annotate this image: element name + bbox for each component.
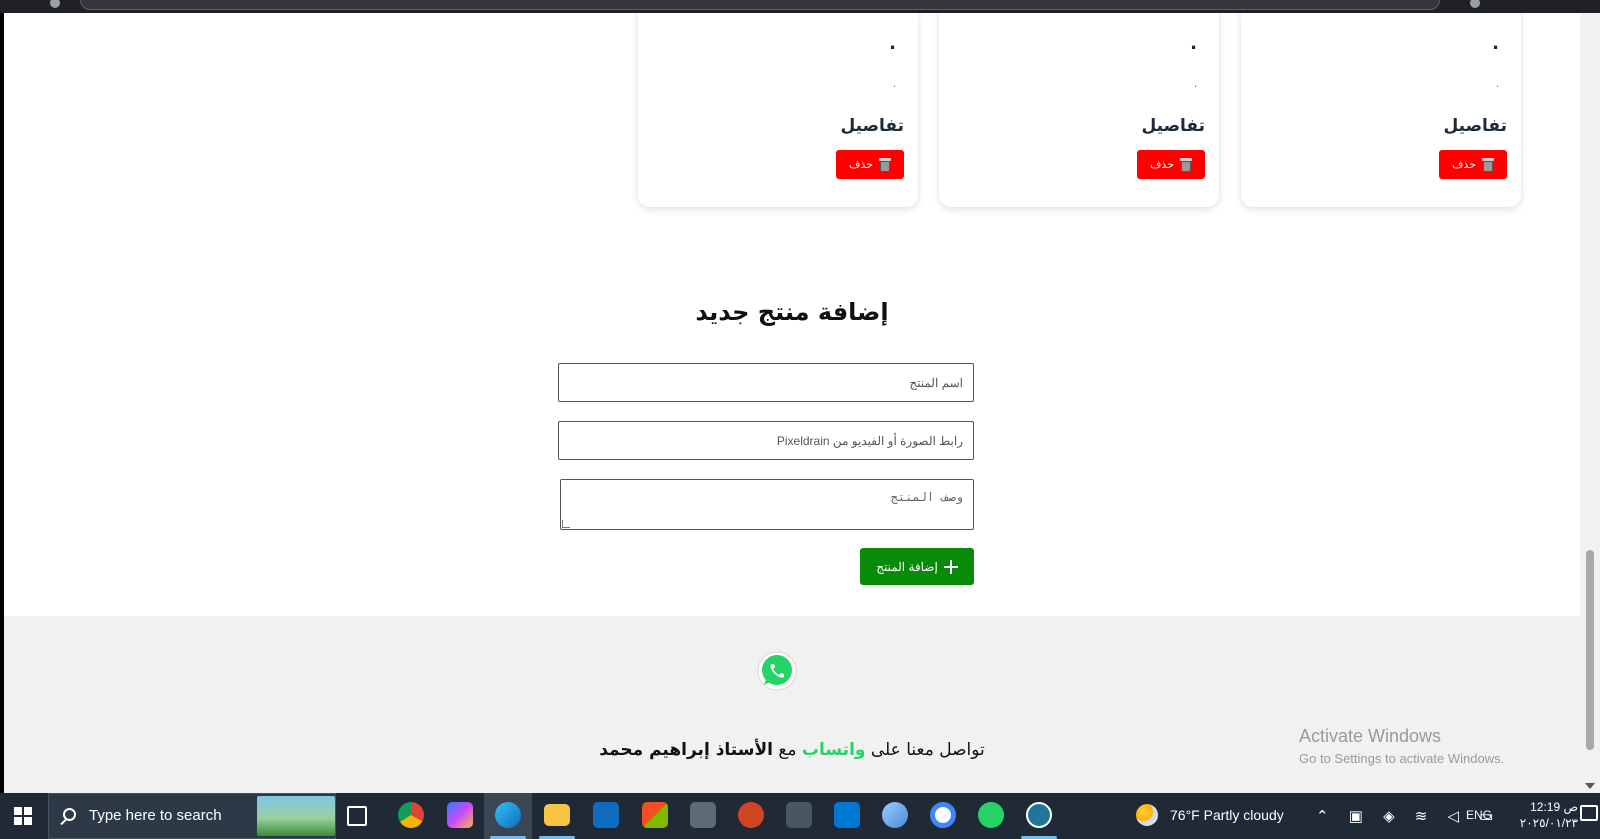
edge-icon[interactable] [495,802,521,828]
product-description: . [1193,79,1197,90]
paint-icon[interactable] [882,802,908,828]
screen: . . تفاصيل حذف . . تفاصيل حذف . . تفاصيل… [0,0,1600,839]
delete-label: حذف [1452,158,1476,171]
footer [4,616,1580,793]
search-highlight-image [257,796,335,836]
details-heading: تفاصيل [1443,116,1507,136]
clock-time: 12:19 ص [1530,800,1578,814]
activate-windows-watermark: Activate Windows Go to Settings to activ… [1299,726,1504,766]
product-title: . [889,33,896,54]
details-heading: تفاصيل [1141,116,1205,136]
trash-icon [1180,157,1192,172]
watermark-line1: Activate Windows [1299,726,1442,746]
trash-icon [1482,157,1494,172]
product-title: . [1190,33,1197,54]
notification-icon[interactable] [1580,805,1598,821]
add-product-title: إضافة منتج جديد [695,298,889,326]
watermark-line2: Go to Settings to activate Windows. [1299,751,1505,766]
delete-button[interactable]: حذف [836,150,904,179]
taskbar-search-box[interactable]: Type here to search [48,793,336,839]
chrome-icon[interactable] [398,802,424,828]
wordpress-icon[interactable] [1026,802,1052,828]
browser-toolbar [0,0,1600,13]
plus-icon [943,559,958,574]
app-icon[interactable] [786,802,812,828]
product-name-placeholder: اسم المنتج [909,375,963,390]
teacher-name: الأستاذ إبراهيم محمد [599,740,773,760]
windows-start-icon[interactable] [14,807,32,825]
whatsapp-icon[interactable] [756,650,798,692]
task-view-icon[interactable] [347,806,367,826]
product-card: . . تفاصيل حذف [939,13,1219,207]
file-explorer-icon[interactable] [544,804,570,826]
product-description: . [1495,79,1499,90]
whatsapp-taskbar-icon[interactable] [978,802,1004,828]
trash-icon [879,157,891,172]
calculator-icon[interactable] [690,802,716,828]
outlook-icon[interactable] [593,802,619,828]
details-heading: تفاصيل [840,116,904,136]
address-bar[interactable] [80,0,1440,10]
add-product-button[interactable]: إضافة المنتج [860,548,974,585]
copilot-icon[interactable] [447,802,473,828]
delete-button[interactable]: حذف [1137,150,1205,179]
delete-button[interactable]: حذف [1439,150,1507,179]
search-icon [63,808,76,821]
product-card: . . تفاصيل حذف [638,13,918,207]
search-placeholder: Type here to search [89,807,222,824]
web-page: . . تفاصيل حذف . . تفاصيل حذف . . تفاصيل… [4,13,1580,793]
add-product-label: إضافة المنتج [876,559,938,574]
scrollbar[interactable] [1580,13,1600,793]
product-title: . [1492,33,1499,54]
powerpoint-icon[interactable] [738,802,764,828]
product-description: . [892,79,896,90]
windows-taskbar: Type here to search 76°F Partly cloudy ⌃… [0,793,1600,839]
microsoft-store-icon[interactable] [642,802,668,828]
weather-text[interactable]: 76°F Partly cloudy [1170,807,1284,823]
product-description-textarea[interactable]: وصف المنتج [560,479,974,530]
delete-label: حذف [849,158,873,171]
browser-icon[interactable] [50,0,60,8]
system-tray: 76°F Partly cloudy ⌃ ▣ ◈ ≋ ◁ ▭ ENG 12:19… [1136,793,1600,839]
resize-handle-icon[interactable] [562,520,570,528]
footer-text-part2: مع [778,740,797,760]
product-name-input[interactable]: اسم المنتج [558,363,974,402]
product-card: . . تفاصيل حذف [1241,13,1521,207]
vscode-icon[interactable] [834,802,860,828]
google-icon[interactable] [930,802,956,828]
clock[interactable]: 12:19 ص ٢٠٢٥/٠١/٢٣ [1508,799,1578,831]
media-link-input[interactable]: رابط الصورة أو الفيديو من Pixeldrain [558,421,974,460]
media-link-placeholder: رابط الصورة أو الفيديو من Pixeldrain [776,433,963,448]
language-indicator[interactable]: ENG [1466,808,1492,822]
weather-icon[interactable] [1136,804,1158,826]
profile-icon[interactable] [1470,0,1480,8]
clock-date: ٢٠٢٥/٠١/٢٣ [1519,816,1578,830]
scrollbar-thumb[interactable] [1586,550,1594,750]
scroll-down-arrow-icon[interactable] [1585,783,1595,789]
footer-text-part1: تواصل معنا على [870,740,985,760]
description-placeholder: وصف المنتج [890,490,963,504]
whatsapp-link[interactable]: واتساب [802,740,866,760]
delete-label: حذف [1150,158,1174,171]
